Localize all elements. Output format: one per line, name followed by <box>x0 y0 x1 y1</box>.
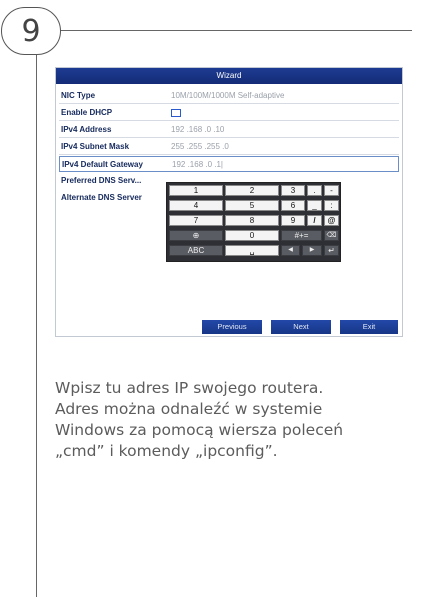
wizard-dialog: Wizard NIC Type 10M/100M/1000M Self-adap… <box>55 67 403 337</box>
enable-dhcp-label: Enable DHCP <box>61 108 113 117</box>
instruction-line-1: Wpisz tu adres IP swojego routera. <box>55 379 324 397</box>
key-4[interactable]: 4 <box>169 200 223 211</box>
left-guide-line <box>36 55 37 597</box>
key-slash[interactable]: / <box>307 215 322 226</box>
ipv4-address-row: IPv4 Address 192 .168 .0 .10 <box>59 122 399 138</box>
backspace-icon[interactable]: ⌫ <box>324 230 339 241</box>
key-1[interactable]: 1 <box>169 185 223 196</box>
step-number-badge: 9 <box>1 7 61 55</box>
ipv4-default-gateway-row: IPv4 Default Gateway 192 .168 .0 .1| <box>59 156 399 172</box>
globe-icon[interactable]: ⊕ <box>169 230 223 241</box>
key-dash[interactable]: - <box>324 185 339 196</box>
alternate-dns-label: Alternate DNS Server <box>61 193 142 202</box>
instruction-line-4: „cmd” i komendy „ipconfig”. <box>55 442 278 460</box>
key-5[interactable]: 5 <box>225 200 279 211</box>
ipv4-subnet-mask-row: IPv4 Subnet Mask 255 .255 .255 .0 <box>59 139 399 155</box>
onscreen-keypad: 1 2 3 . - 4 5 6 _ : 7 8 9 / @ ⊕ 0 #+= ⌫ … <box>166 182 341 262</box>
key-underscore[interactable]: _ <box>307 200 322 211</box>
key-6[interactable]: 6 <box>281 200 305 211</box>
key-dot[interactable]: . <box>307 185 322 196</box>
exit-button[interactable]: Exit <box>340 320 398 334</box>
instruction-text: Wpisz tu adres IP swojego routera. Adres… <box>55 378 415 462</box>
nic-type-row: NIC Type 10M/100M/1000M Self-adaptive <box>59 88 399 104</box>
wizard-title: Wizard <box>56 68 402 84</box>
nic-type-label: NIC Type <box>61 91 96 100</box>
key-at[interactable]: @ <box>324 215 339 226</box>
key-colon[interactable]: : <box>324 200 339 211</box>
top-guide-line <box>60 30 412 31</box>
ipv4-address-label: IPv4 Address <box>61 125 112 134</box>
enter-icon[interactable]: ↵ <box>324 245 339 256</box>
space-key-icon[interactable]: ␣ <box>225 245 279 256</box>
key-0[interactable]: 0 <box>225 230 279 241</box>
previous-button[interactable]: Previous <box>202 320 262 334</box>
nic-type-value[interactable]: 10M/100M/1000M Self-adaptive <box>171 91 284 100</box>
key-9[interactable]: 9 <box>281 215 305 226</box>
key-3[interactable]: 3 <box>281 185 305 196</box>
key-abc[interactable]: ABC <box>169 245 223 256</box>
ipv4-subnet-mask-label: IPv4 Subnet Mask <box>61 142 130 151</box>
enable-dhcp-row: Enable DHCP <box>59 105 399 121</box>
enable-dhcp-checkbox[interactable] <box>171 109 181 117</box>
arrow-left-icon[interactable]: ◀ <box>281 245 300 256</box>
key-2[interactable]: 2 <box>225 185 279 196</box>
ipv4-address-field[interactable]: 192 .168 .0 .10 <box>171 125 224 134</box>
ipv4-subnet-mask-field[interactable]: 255 .255 .255 .0 <box>171 142 229 151</box>
ipv4-default-gateway-field[interactable]: 192 .168 .0 .1| <box>172 160 223 169</box>
next-button[interactable]: Next <box>271 320 331 334</box>
key-symbols[interactable]: #+= <box>281 230 322 241</box>
preferred-dns-label: Preferred DNS Serv... <box>61 176 142 185</box>
ipv4-default-gateway-label: IPv4 Default Gateway <box>62 160 143 169</box>
arrow-right-icon[interactable]: ▶ <box>302 245 322 256</box>
instruction-line-2: Adres można odnaleźć w systemie <box>55 400 323 418</box>
key-7[interactable]: 7 <box>169 215 223 226</box>
key-8[interactable]: 8 <box>225 215 279 226</box>
instruction-line-3: Windows za pomocą wiersza poleceń <box>55 421 344 439</box>
